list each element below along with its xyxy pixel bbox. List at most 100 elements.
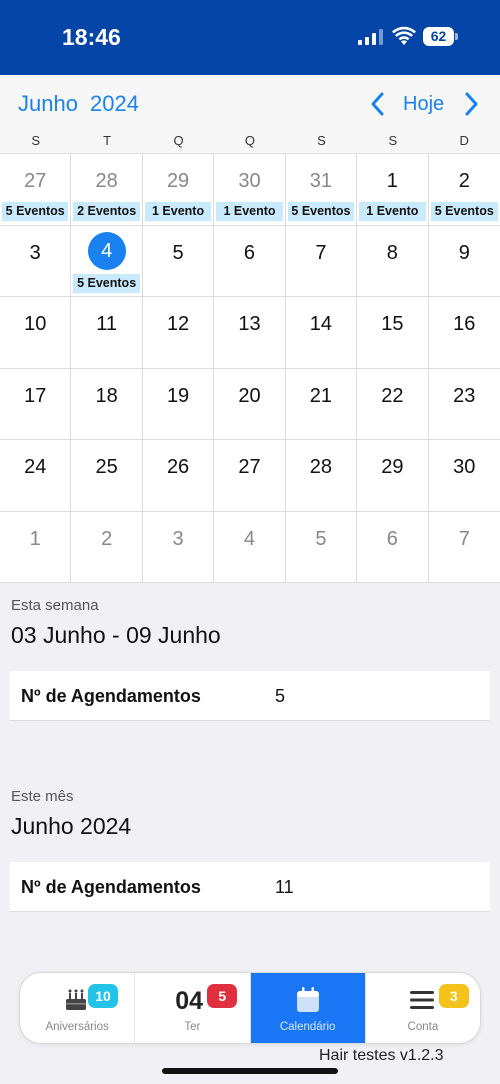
day-number: 5 xyxy=(315,527,327,550)
day-cell[interactable]: 10 xyxy=(0,297,72,369)
day-number: 2 xyxy=(101,527,113,550)
day-cell[interactable]: 14 xyxy=(285,297,358,369)
day-number: 18 xyxy=(95,384,118,407)
day-cell[interactable]: 27 xyxy=(214,440,286,512)
day-number: 30 xyxy=(453,456,476,478)
day-cell[interactable]: 16 xyxy=(428,297,500,369)
day-number: 9 xyxy=(458,241,470,264)
day-cell[interactable]: 30 1 Evento xyxy=(214,154,286,226)
tab-birthdays[interactable]: 10 Aniversários xyxy=(20,973,136,1043)
home-indicator xyxy=(162,1068,338,1074)
event-count-chip[interactable]: 1 Evento xyxy=(144,202,212,221)
day-number: 13 xyxy=(238,313,261,335)
day-number: 28 xyxy=(309,456,333,478)
day-number: 30 xyxy=(238,170,261,192)
day-cell[interactable]: 5 xyxy=(285,511,358,583)
day-cell[interactable]: 20 xyxy=(214,368,286,440)
event-count-chip[interactable]: 5 Eventos xyxy=(430,202,498,221)
bottom-tab-bar: 10 Aniversários 04 5 Ter Calendário 3 Co… xyxy=(19,972,481,1044)
day-number: 26 xyxy=(166,456,190,478)
day-number: 29 xyxy=(166,170,190,192)
day-number: 1 xyxy=(386,170,398,192)
day-cell[interactable]: 26 xyxy=(142,440,215,512)
day-cell[interactable]: 29 1 Evento xyxy=(142,154,215,226)
menu-icon xyxy=(409,991,434,1009)
tab-calendar[interactable]: Calendário xyxy=(250,973,366,1043)
day-cell[interactable]: 28 xyxy=(285,440,358,512)
day-number: 21 xyxy=(309,384,333,407)
event-count-chip[interactable]: 2 Eventos xyxy=(73,202,140,221)
day-cell[interactable]: 17 xyxy=(0,368,72,440)
day-cell[interactable]: 9 xyxy=(428,226,500,297)
tab-calendar-label: Calendário xyxy=(279,1021,336,1033)
birthdays-badge: 10 xyxy=(88,984,118,1008)
day-number: 28 xyxy=(95,170,118,192)
day-cell[interactable]: 31 5 Eventos xyxy=(285,154,358,226)
day-cell[interactable]: 19 xyxy=(142,368,215,440)
tab-account[interactable]: 3 Conta xyxy=(366,973,480,1043)
day-cell[interactable]: 1 1 Evento xyxy=(357,154,429,226)
day-cell[interactable]: 22 xyxy=(357,368,429,440)
day-cell[interactable]: 2 xyxy=(71,511,143,583)
tab-account-label: Conta xyxy=(407,1021,439,1033)
today-button[interactable]: Hoje xyxy=(403,93,444,116)
day-number: 4 xyxy=(87,231,126,270)
day-cell[interactable]: 25 xyxy=(71,440,143,512)
day-number: 22 xyxy=(381,384,404,407)
day-cell-today[interactable]: 4 5 Eventos xyxy=(71,225,143,297)
day-cell[interactable]: 29 xyxy=(357,440,429,512)
calendar-header: Junho 2024 Hoje S T Q Q S S D xyxy=(0,75,500,153)
today-day-number: 04 xyxy=(175,987,204,1015)
previous-month-chevron-icon[interactable] xyxy=(368,91,388,117)
month-appointments-card: Nº de Agendamentos 11 xyxy=(10,862,490,912)
day-cell[interactable]: 4 xyxy=(214,511,286,583)
day-cell[interactable]: 5 xyxy=(142,225,215,297)
day-number: 1 xyxy=(29,527,41,550)
weekday-label: T xyxy=(103,133,112,148)
day-cell[interactable]: 23 xyxy=(428,369,500,440)
next-month-chevron-icon[interactable] xyxy=(461,91,481,117)
day-cell[interactable]: 12 xyxy=(142,297,215,369)
event-count-chip[interactable]: 5 Eventos xyxy=(73,273,140,293)
day-cell[interactable]: 1 xyxy=(0,511,72,583)
day-cell[interactable]: 6 xyxy=(357,511,429,583)
event-count-chip[interactable]: 5 Eventos xyxy=(2,202,69,221)
day-number: 10 xyxy=(24,313,47,335)
day-number: 23 xyxy=(453,384,476,407)
day-number: 2 xyxy=(458,170,470,192)
day-cell[interactable]: 28 2 Eventos xyxy=(71,154,143,226)
month-title[interactable]: Junho 2024 xyxy=(18,91,139,117)
day-cell[interactable]: 2 5 Eventos xyxy=(428,154,500,226)
tab-today-label: Ter xyxy=(184,1021,201,1033)
day-cell[interactable]: 18 xyxy=(71,368,143,440)
day-cell[interactable]: 7 xyxy=(285,225,358,297)
day-cell[interactable]: 8 xyxy=(357,225,429,297)
day-cell[interactable]: 21 xyxy=(285,368,358,440)
day-number: 12 xyxy=(166,313,190,335)
day-number: 17 xyxy=(24,384,47,407)
tab-today[interactable]: 04 5 Ter xyxy=(135,973,251,1043)
event-count-chip[interactable]: 5 Eventos xyxy=(287,202,355,221)
event-count-chip[interactable]: 1 Evento xyxy=(216,202,283,221)
weekday-label: D xyxy=(459,133,469,148)
day-number: 24 xyxy=(24,456,47,478)
event-count-chip[interactable]: 1 Evento xyxy=(359,202,426,221)
day-cell[interactable]: 30 xyxy=(428,440,500,512)
day-cell[interactable]: 6 xyxy=(214,225,286,297)
day-cell[interactable]: 3 xyxy=(0,225,72,297)
day-cell[interactable]: 13 xyxy=(214,297,286,369)
day-cell[interactable]: 24 xyxy=(0,440,72,512)
day-number: 4 xyxy=(243,527,256,550)
month-appointments-value: 11 xyxy=(275,877,294,897)
day-cell[interactable]: 3 xyxy=(142,511,215,583)
month-summary-range: Junho 2024 xyxy=(11,813,132,839)
day-number: 7 xyxy=(315,241,327,264)
day-cell[interactable]: 7 xyxy=(428,512,500,583)
day-cell[interactable]: 15 xyxy=(357,297,429,369)
day-number: 27 xyxy=(238,456,261,478)
day-cell[interactable]: 11 xyxy=(71,297,143,369)
birthday-cake-icon xyxy=(66,989,86,1010)
weekday-label: S xyxy=(388,133,398,148)
calendar-grid: 27 5 Eventos 28 2 Eventos 29 1 Evento 30 1 Even… xyxy=(0,153,500,583)
day-cell[interactable]: 27 5 Eventos xyxy=(0,154,72,226)
